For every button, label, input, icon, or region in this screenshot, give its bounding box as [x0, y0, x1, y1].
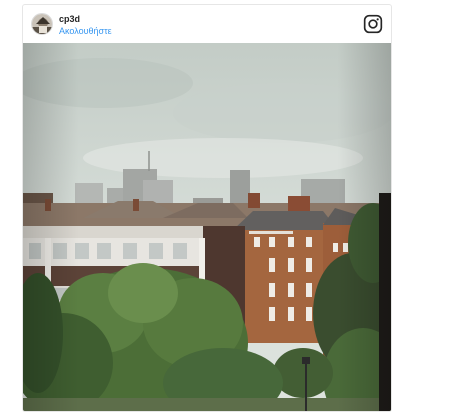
username-link[interactable]: cp3d: [59, 14, 112, 25]
follow-button[interactable]: Ακολουθήστε: [59, 26, 112, 37]
post-photo[interactable]: [23, 43, 392, 412]
user-info: cp3d Ακολουθήστε: [59, 14, 112, 37]
instagram-embed-card: cp3d Ακολουθήστε: [22, 4, 392, 412]
profile-avatar[interactable]: [31, 13, 53, 35]
avatar-image: [32, 14, 52, 34]
instagram-icon[interactable]: [363, 14, 383, 34]
post-header: cp3d Ακολουθήστε: [23, 5, 391, 43]
